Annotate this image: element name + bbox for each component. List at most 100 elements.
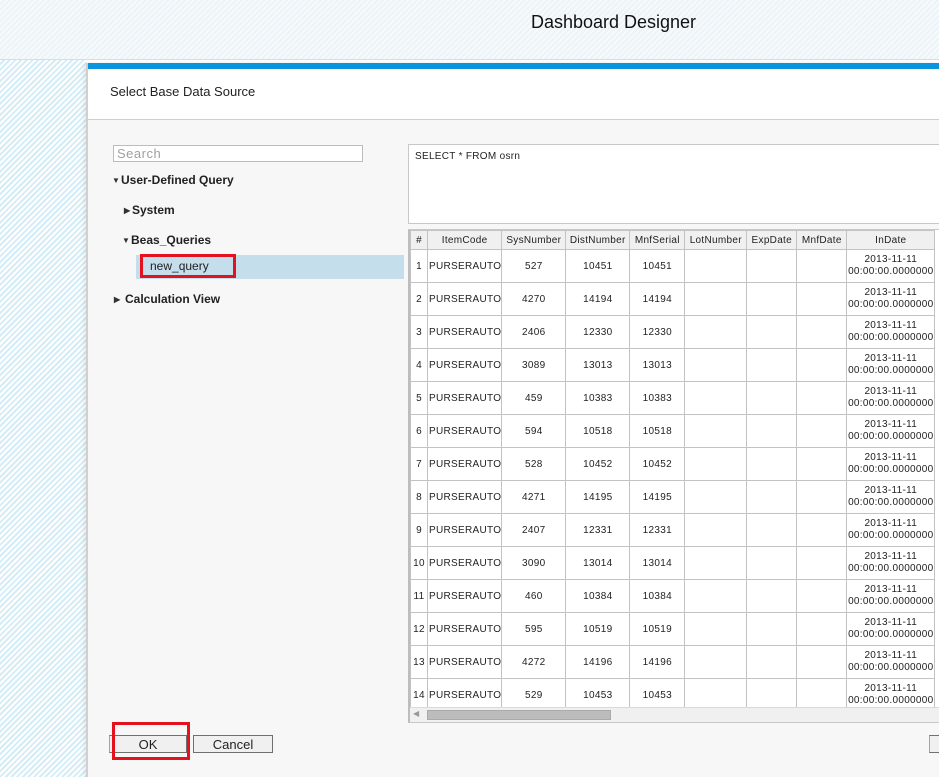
collapsed-arrow-icon[interactable]: ▶ — [114, 295, 125, 304]
scroll-left-icon[interactable]: ◀ — [413, 709, 419, 718]
collapsed-arrow-icon[interactable]: ▶ — [124, 206, 132, 215]
table-cell: PURSERAUTO — [426, 513, 503, 547]
sql-query-editor[interactable]: SELECT * FROM osrn — [408, 144, 939, 224]
tree-item-label: new_query — [150, 259, 209, 273]
date-part: 2013-11-11 — [864, 650, 918, 661]
table-row[interactable]: 3 PURSERAUTO 2406 12330 12330 2013-11-11 00:00… — [410, 315, 936, 349]
table-cell: 2 — [410, 282, 428, 316]
column-header[interactable]: ItemCode — [426, 230, 503, 250]
table-cell: 10 — [410, 546, 428, 580]
table-cell: 460 — [501, 579, 567, 613]
table-cell — [796, 546, 848, 580]
table-cell: 10384 — [629, 579, 686, 613]
table-cell-indate: 2013-11-11 00:00:00.0000000 — [846, 579, 936, 613]
table-row[interactable]: 6 PURSERAUTO 594 10518 10518 2013-11-11 00:00:… — [410, 414, 936, 448]
table-cell: 12 — [410, 612, 428, 646]
column-header[interactable]: LotNumber — [684, 230, 748, 250]
table-cell — [796, 282, 848, 316]
tree-item-user-defined-query[interactable]: ▼ User-Defined Query — [112, 173, 234, 187]
table-cell — [684, 480, 748, 514]
table-cell-indate: 2013-11-11 00:00:00.0000000 — [846, 315, 936, 349]
sql-query-text: SELECT * FROM osrn — [415, 151, 521, 162]
table-cell: 13014 — [629, 546, 686, 580]
table-row[interactable]: 4 PURSERAUTO 3089 13013 13013 2013-11-11 00:00… — [410, 348, 936, 382]
date-part: 2013-11-11 — [864, 419, 918, 430]
table-cell: 14196 — [565, 645, 631, 679]
table-cell: 2406 — [501, 315, 567, 349]
horizontal-scrollbar[interactable]: ◀ — [410, 707, 939, 722]
table-cell — [684, 579, 748, 613]
table-cell: PURSERAUTO — [426, 282, 503, 316]
tree-item-beas-queries[interactable]: ▼ Beas_Queries — [122, 233, 211, 247]
table-row[interactable]: 13 PURSERAUTO 4272 14196 14196 2013-11-11 00:0… — [410, 645, 936, 679]
select-data-source-dialog: Select Base Data Source ▼ User-Defined Q… — [86, 63, 939, 777]
table-row[interactable]: 1 PURSERAUTO 527 10451 10451 2013-11-11 00:00:… — [410, 249, 936, 283]
expanded-arrow-icon[interactable]: ▼ — [112, 176, 121, 185]
table-cell: 10451 — [629, 249, 686, 283]
table-cell: PURSERAUTO — [426, 447, 503, 481]
table-row[interactable]: 8 PURSERAUTO 4271 14195 14195 2013-11-11 00:00… — [410, 480, 936, 514]
preview-grid: # ItemCode SysNumber DistNumber MnfSeria… — [408, 229, 939, 723]
table-cell — [746, 546, 798, 580]
table-cell — [796, 447, 848, 481]
search-input[interactable] — [113, 145, 363, 162]
table-cell — [796, 381, 848, 415]
table-cell — [684, 546, 748, 580]
table-cell-indate: 2013-11-11 00:00:00.0000000 — [846, 447, 936, 481]
scrollbar-thumb[interactable] — [427, 710, 611, 720]
time-part: 00:00:00.0000000 — [848, 497, 934, 508]
table-cell — [746, 612, 798, 646]
table-cell — [684, 249, 748, 283]
table-cell — [796, 513, 848, 547]
expanded-arrow-icon[interactable]: ▼ — [122, 236, 131, 245]
table-cell: 10452 — [565, 447, 631, 481]
table-cell: 459 — [501, 381, 567, 415]
column-header[interactable]: MnfSerial — [629, 230, 686, 250]
table-cell: 595 — [501, 612, 567, 646]
partial-button[interactable] — [929, 735, 939, 753]
table-row[interactable]: 9 PURSERAUTO 2407 12331 12331 2013-11-11 00:00… — [410, 513, 936, 547]
date-part: 2013-11-11 — [864, 584, 918, 595]
table-cell-indate: 2013-11-11 00:00:00.0000000 — [846, 282, 936, 316]
table-cell — [746, 249, 798, 283]
tree-item-system[interactable]: ▶ System — [124, 203, 175, 217]
app-header: Dashboard Designer — [0, 0, 939, 60]
column-header[interactable]: DistNumber — [565, 230, 631, 250]
table-cell — [746, 348, 798, 382]
table-cell: 12331 — [629, 513, 686, 547]
cancel-button[interactable]: Cancel — [193, 735, 273, 753]
table-cell: 11 — [410, 579, 428, 613]
column-header[interactable]: # — [410, 230, 428, 250]
table-cell — [746, 414, 798, 448]
table-cell: PURSERAUTO — [426, 546, 503, 580]
table-row[interactable]: 7 PURSERAUTO 528 10452 10452 2013-11-11 00:00:… — [410, 447, 936, 481]
table-row[interactable]: 11 PURSERAUTO 460 10384 10384 2013-11-11 00:00… — [410, 579, 936, 613]
table-cell: 10383 — [629, 381, 686, 415]
table-row[interactable]: 5 PURSERAUTO 459 10383 10383 2013-11-11 00:00:… — [410, 381, 936, 415]
column-header[interactable]: InDate — [846, 230, 936, 250]
date-part: 2013-11-11 — [864, 518, 918, 529]
column-header[interactable]: SysNumber — [501, 230, 567, 250]
column-header[interactable]: MnfDate — [796, 230, 848, 250]
column-header[interactable]: ExpDate — [746, 230, 798, 250]
table-cell — [796, 612, 848, 646]
date-part: 2013-11-11 — [864, 287, 918, 298]
table-cell: 527 — [501, 249, 567, 283]
time-part: 00:00:00.0000000 — [848, 530, 934, 541]
table-cell — [796, 645, 848, 679]
tree-item-calculation-view[interactable]: ▶ Calculation View — [114, 292, 220, 306]
table-row[interactable]: 2 PURSERAUTO 4270 14194 14194 2013-11-11 00:00… — [410, 282, 936, 316]
tree-item-new-query[interactable]: new_query — [140, 254, 236, 278]
time-part: 00:00:00.0000000 — [848, 299, 934, 310]
table-cell — [746, 579, 798, 613]
table-cell: 6 — [410, 414, 428, 448]
time-part: 00:00:00.0000000 — [848, 332, 934, 343]
table-row[interactable]: 12 PURSERAUTO 595 10519 10519 2013-11-11 00:00… — [410, 612, 936, 646]
table-cell: PURSERAUTO — [426, 249, 503, 283]
time-part: 00:00:00.0000000 — [848, 431, 934, 442]
table-cell — [796, 315, 848, 349]
ok-button[interactable]: OK — [109, 735, 187, 753]
table-cell — [746, 282, 798, 316]
table-cell: 13013 — [629, 348, 686, 382]
table-row[interactable]: 10 PURSERAUTO 3090 13014 13014 2013-11-11 00:0… — [410, 546, 936, 580]
